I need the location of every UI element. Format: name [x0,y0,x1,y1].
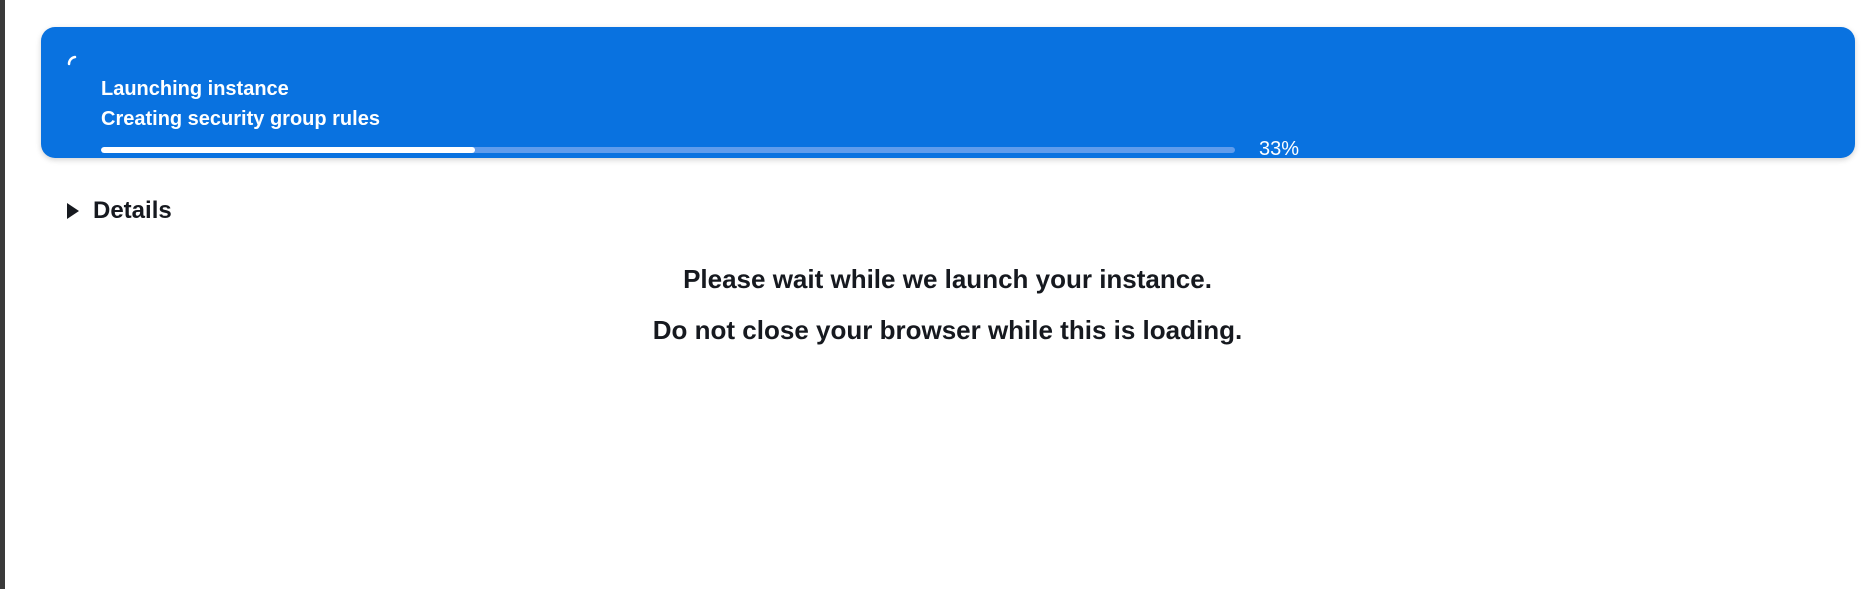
flash-title: Launching instance [101,78,289,100]
loading-spinner-icon [66,53,84,71]
do-not-close-message: Do not close your browser while this is … [652,315,1243,345]
caret-right-icon [67,203,79,219]
progress-bar-fill [101,147,476,153]
progress-percent: 33% [1259,138,1300,160]
flash-status-text: Creating security group rules [101,108,380,130]
wait-message: Please wait while we launch your instanc… [683,264,1212,294]
details-label: Details [93,197,172,224]
launch-progress-flashbar: Launching instance Creating security gro… [41,27,1855,160]
details-expander[interactable]: Details [67,197,172,225]
progress-bar [101,147,1235,153]
